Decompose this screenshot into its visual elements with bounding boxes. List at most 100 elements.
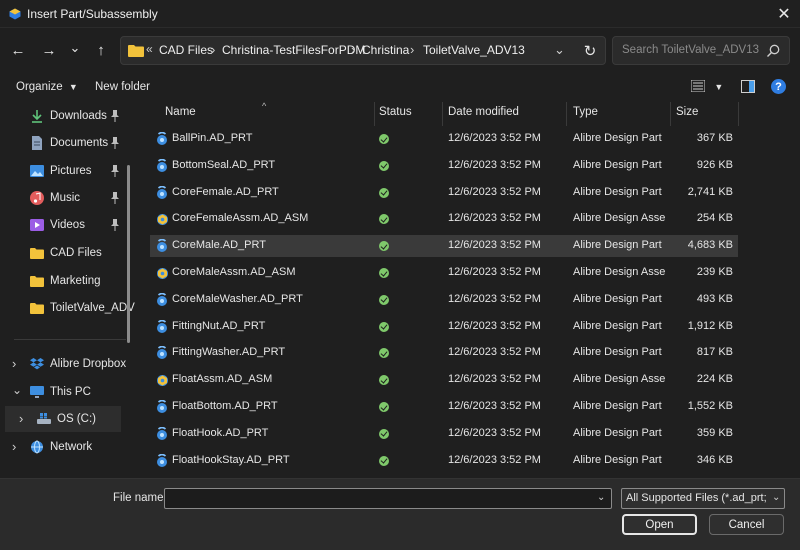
recent-locations-button[interactable]: ⌄: [64, 37, 86, 59]
file-row[interactable]: FittingNut.AD_PRT 12/6/2023 3:52 PM Alibre…: [150, 316, 738, 338]
breadcrumb-overflow[interactable]: «: [146, 42, 153, 56]
sidebar-item-this-pc[interactable]: ⌄ This PC: [0, 379, 130, 405]
file-row[interactable]: FloatAssm.AD_ASM 12/6/2023 3:52 PM Alibre …: [150, 369, 738, 391]
file-name: FloatHookStay.AD_PRT: [172, 453, 290, 466]
forward-button[interactable]: →: [38, 39, 60, 61]
music-icon: [30, 191, 44, 205]
sidebar-item-label: ToiletValve_ADV: [50, 302, 135, 314]
file-row[interactable]: BallPin.AD_PRT 12/6/2023 3:52 PM Alibre De…: [150, 128, 738, 150]
file-row[interactable]: FloatHook.AD_PRT 12/6/2023 3:52 PM Alibre …: [150, 423, 738, 445]
file-size: 1,912 KB: [687, 319, 733, 332]
file-type: Alibre Design Part: [573, 132, 662, 144]
file-size: 2,741 KB: [687, 185, 733, 198]
file-name: CoreFemale.AD_PRT: [172, 185, 279, 198]
sidebar-item-label: Alibre Dropbox: [50, 358, 127, 370]
file-size: 926 KB: [696, 158, 733, 171]
status-synced-icon: [379, 348, 389, 359]
cancel-button[interactable]: Cancel: [709, 514, 784, 535]
chevron-right-icon[interactable]: ›: [12, 357, 22, 370]
chevron-right-icon[interactable]: ›: [19, 412, 29, 425]
address-bar[interactable]: « CAD Files › Christina-TestFilesForPDM …: [120, 36, 606, 65]
file-type-filter[interactable]: All Supported Files (*.ad_prt; *.ad_asm)…: [621, 488, 785, 509]
folder-icon: [30, 246, 44, 260]
chevron-right-icon[interactable]: ›: [12, 440, 22, 453]
dropbox-icon: [30, 357, 44, 371]
breadcrumb-cad-files[interactable]: CAD Files: [159, 43, 213, 57]
chevron-down-icon[interactable]: ⌄: [597, 492, 605, 503]
breadcrumb-christina[interactable]: Christina: [362, 43, 409, 57]
open-button[interactable]: Open: [622, 514, 697, 535]
sidebar-scrollbar[interactable]: [127, 165, 130, 343]
column-type[interactable]: Type: [573, 106, 598, 118]
column-divider[interactable]: [442, 102, 443, 126]
close-button[interactable]: ✕: [770, 2, 798, 26]
file-type: Alibre Design Part: [573, 453, 662, 466]
chevron-down-icon[interactable]: ⌄: [12, 384, 22, 396]
breadcrumb-dropdown[interactable]: ⌄: [554, 42, 565, 58]
window-title: Insert Part/Subassembly: [27, 7, 158, 21]
sidebar-item-music[interactable]: Music: [0, 185, 130, 211]
view-options-button[interactable]: ▼: [690, 79, 723, 95]
sidebar-item-os-c-[interactable]: › OS (C:): [5, 406, 121, 432]
preview-pane-button[interactable]: [741, 80, 755, 96]
file-row[interactable]: FloatBottom.AD_PRT 12/6/2023 3:52 PM Alibr…: [150, 396, 738, 418]
column-divider[interactable]: [738, 102, 739, 126]
back-button[interactable]: ←: [7, 39, 29, 61]
network-icon: [30, 440, 44, 454]
organize-button[interactable]: Organize ▼: [16, 81, 78, 93]
sidebar-item-pictures[interactable]: Pictures: [0, 158, 130, 184]
status-synced-icon: [379, 375, 389, 386]
breadcrumb-testfiles[interactable]: Christina-TestFilesForPDM: [222, 43, 365, 57]
file-row[interactable]: CoreFemale.AD_PRT 12/6/2023 3:52 PM Alibre…: [150, 182, 738, 204]
file-name-input[interactable]: ⌄: [164, 488, 612, 509]
chevron-down-icon: ⌄: [772, 492, 781, 503]
status-synced-icon: [379, 160, 389, 171]
sidebar-item-toiletvalve-adv[interactable]: ToiletValve_ADV: [0, 295, 135, 321]
new-folder-button[interactable]: New folder: [95, 81, 150, 93]
sidebar-item-label: Network: [50, 441, 93, 453]
sidebar-item-network[interactable]: › Network: [0, 434, 130, 460]
search-box[interactable]: Search ToiletValve_ADV13: [612, 36, 790, 65]
file-type: Alibre Design Asse...: [573, 373, 665, 386]
title-bar: Insert Part/Subassembly ✕: [0, 0, 800, 28]
refresh-button[interactable]: ↻: [579, 40, 601, 62]
column-size[interactable]: Size: [676, 106, 698, 118]
sidebar-item-downloads[interactable]: Downloads: [0, 103, 130, 129]
file-row[interactable]: CoreMale.AD_PRT 12/6/2023 3:52 PM Alibre D…: [150, 235, 738, 258]
column-name[interactable]: Name: [165, 106, 196, 118]
column-divider[interactable]: [566, 102, 567, 126]
file-row[interactable]: CoreMaleAssm.AD_ASM 12/6/2023 3:52 PM Alib…: [150, 262, 738, 284]
column-divider[interactable]: [670, 102, 671, 126]
breadcrumb-toiletvalve[interactable]: ToiletValve_ADV13: [423, 43, 525, 57]
pictures-icon: [30, 164, 44, 178]
preview-pane-icon: [741, 80, 755, 93]
sidebar-item-videos[interactable]: Videos: [0, 212, 130, 238]
sidebar-item-documents[interactable]: Documents: [0, 130, 130, 156]
close-icon: ✕: [777, 6, 791, 23]
sidebar-item-cad-files[interactable]: CAD Files: [0, 240, 130, 266]
file-date: 12/6/2023 3:52 PM: [448, 239, 541, 252]
search-icon: [767, 44, 780, 57]
file-row[interactable]: CoreMaleWasher.AD_PRT 12/6/2023 3:52 PM Al…: [150, 289, 738, 311]
sidebar-item-marketing[interactable]: Marketing: [0, 268, 130, 294]
help-button[interactable]: ?: [771, 79, 786, 94]
file-row[interactable]: FloatHookStay.AD_PRT 12/6/2023 3:52 PM Ali…: [150, 450, 738, 472]
column-date[interactable]: Date modified: [448, 106, 519, 118]
file-row[interactable]: BottomSeal.AD_PRT 12/6/2023 3:52 PM Alibre…: [150, 155, 738, 177]
file-type: Alibre Design Part: [573, 185, 662, 198]
file-row[interactable]: CoreFemaleAssm.AD_ASM 12/6/2023 3:52 PM Al…: [150, 208, 738, 230]
file-size: 367 KB: [696, 132, 733, 144]
part-file-icon: [156, 292, 169, 307]
sidebar-item-alibre-dropbox[interactable]: › Alibre Dropbox: [0, 351, 130, 377]
status-synced-icon: [379, 455, 389, 466]
column-divider[interactable]: [374, 102, 375, 126]
file-type: Alibre Design Asse...: [573, 266, 665, 278]
file-size: 493 KB: [696, 292, 733, 305]
folder-icon: [30, 274, 44, 288]
organize-label: Organize: [16, 81, 63, 93]
file-type: Alibre Design Part: [573, 319, 662, 332]
file-row[interactable]: FittingWasher.AD_PRT 12/6/2023 3:52 PM Ali…: [150, 342, 738, 364]
up-button[interactable]: ↑: [90, 39, 112, 61]
command-bar: Organize ▼ New folder ▼ ?: [0, 72, 800, 102]
column-status[interactable]: Status: [379, 106, 412, 118]
